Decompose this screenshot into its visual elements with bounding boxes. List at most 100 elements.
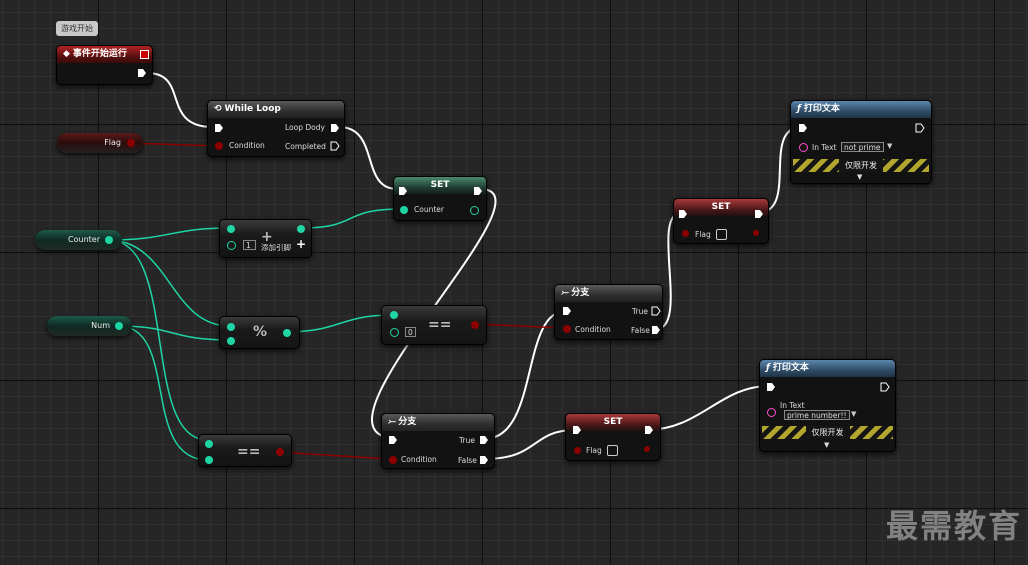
counter-out-pin[interactable] xyxy=(470,206,479,215)
int-wire xyxy=(300,208,403,229)
add-out-pin[interactable] xyxy=(297,225,305,233)
branch2-true-pin[interactable] xyxy=(479,435,489,445)
counter-variable-getter[interactable]: Counter xyxy=(35,230,122,250)
eqnum-in-a-pin[interactable] xyxy=(205,440,213,448)
options-caret-icon[interactable]: ▼ xyxy=(887,142,892,150)
flag-checkbox[interactable] xyxy=(716,229,727,240)
int-wire xyxy=(285,314,393,333)
dev-only-label: 仅限开发 xyxy=(839,159,883,172)
exec-in-pin[interactable] xyxy=(766,382,776,392)
while-loop-header: ⟲ While Loop xyxy=(208,101,344,118)
add-pin-plus-icon[interactable]: + xyxy=(296,237,306,251)
branch1-false-pin[interactable] xyxy=(651,325,661,335)
branch2-false-label: False xyxy=(458,456,477,465)
mod-out-pin[interactable] xyxy=(283,329,291,337)
function-icon: ƒ xyxy=(797,104,801,114)
blueprint-graph[interactable]: 游戏开始 ◆ 事件开始运行 Flag ⟲ While Loop Loop Dody … xyxy=(0,0,1028,565)
exec-out-pin[interactable] xyxy=(915,123,925,133)
print-bottom-header: ƒ 打印文本 xyxy=(760,360,895,377)
equal-num-node[interactable]: == xyxy=(198,434,292,467)
branch-node-2[interactable]: ⤚ 分支 True Condition False xyxy=(381,413,495,469)
exec-in-pin[interactable] xyxy=(678,209,688,219)
eqnum-out-pin[interactable] xyxy=(276,448,284,456)
flag-in-pin[interactable] xyxy=(574,447,581,454)
exec-out-pin[interactable] xyxy=(473,186,483,196)
eq-zero-out-pin[interactable] xyxy=(471,321,479,329)
branch1-true-pin[interactable] xyxy=(651,306,661,316)
eq-in-b-pin[interactable] xyxy=(390,328,399,337)
in-text-input[interactable]: not prime xyxy=(841,142,884,152)
flag-out-pin[interactable] xyxy=(127,139,135,147)
equal-zero-node[interactable]: 0 == xyxy=(381,305,487,345)
while-loop-node[interactable]: ⟲ While Loop Loop Dody Condition Complete… xyxy=(207,100,345,157)
eq-value-input[interactable]: 0 xyxy=(405,327,416,337)
num-variable-getter[interactable]: Num xyxy=(47,316,132,336)
loop-body-pin[interactable] xyxy=(330,123,340,133)
set-flag-node-top[interactable]: SET Flag xyxy=(673,198,769,244)
exec-in-pin[interactable] xyxy=(214,123,224,133)
watermark-logo: 最需教育 xyxy=(885,507,1022,545)
print-string-node-bottom[interactable]: ƒ 打印文本 In Text prime number!! ▼ 仅限开发 ▼ xyxy=(759,359,896,452)
exec-in-pin[interactable] xyxy=(562,306,572,316)
completed-pin[interactable] xyxy=(330,141,340,151)
mod-in-b-pin[interactable] xyxy=(227,337,235,345)
eq-zero-symbol: == xyxy=(428,317,452,333)
branch1-true-label: True xyxy=(632,307,648,316)
exec-in-pin[interactable] xyxy=(398,186,408,196)
set-flag-bottom-pin-label: Flag xyxy=(586,446,602,455)
modulo-node[interactable]: % xyxy=(219,316,300,349)
exec-out-pin[interactable] xyxy=(754,209,764,219)
set-flag-top-pin-label: Flag xyxy=(695,230,711,239)
counter-out-pin[interactable] xyxy=(105,236,113,244)
in-text-pin[interactable] xyxy=(767,408,776,417)
branch2-false-pin[interactable] xyxy=(479,455,489,465)
flag-out-pin[interactable] xyxy=(644,446,650,452)
exec-out-pin[interactable] xyxy=(880,382,890,392)
branch2-title: 分支 xyxy=(398,417,417,427)
flag-variable-getter[interactable]: Flag xyxy=(57,133,143,153)
event-node-title: 事件开始运行 xyxy=(72,49,127,59)
exec-in-pin[interactable] xyxy=(572,425,582,435)
add-node[interactable]: + 1 添加引脚 + xyxy=(219,219,312,258)
dev-only-banner: 仅限开发 xyxy=(762,426,893,439)
branch-node-1[interactable]: ⤚ 分支 True Condition False xyxy=(554,284,663,340)
loop-body-label: Loop Dody xyxy=(285,123,325,132)
exec-out-pin[interactable] xyxy=(137,68,147,78)
exec-in-pin[interactable] xyxy=(388,435,398,445)
delegate-pin-icon[interactable] xyxy=(140,50,149,59)
branch2-condition-pin[interactable] xyxy=(389,456,397,464)
add-pin-label[interactable]: 添加引脚 xyxy=(261,242,291,253)
mod-in-a-pin[interactable] xyxy=(227,323,235,331)
event-begin-play-node[interactable]: ◆ 事件开始运行 xyxy=(56,45,153,85)
int-wire xyxy=(107,239,209,441)
counter-in-pin[interactable] xyxy=(400,206,408,214)
exec-in-pin[interactable] xyxy=(798,123,808,133)
eq-in-a-pin[interactable] xyxy=(390,311,398,319)
in-text-label: In Text xyxy=(780,401,805,410)
branch-icon: ⤚ xyxy=(561,288,569,298)
branch1-condition-pin[interactable] xyxy=(563,325,571,333)
set-counter-title: SET xyxy=(430,180,450,190)
condition-pin[interactable] xyxy=(215,142,223,150)
set-counter-node[interactable]: SET Counter xyxy=(393,176,487,221)
add-in-b-pin[interactable] xyxy=(227,241,236,250)
flag-checkbox[interactable] xyxy=(607,445,618,456)
add-value-input[interactable]: 1 xyxy=(243,240,256,250)
add-in-a-pin[interactable] xyxy=(227,225,235,233)
flag-out-pin[interactable] xyxy=(753,230,759,236)
expand-arrow-icon[interactable]: ▼ xyxy=(824,441,829,449)
dev-only-label: 仅限开发 xyxy=(805,426,850,439)
print-string-node-top[interactable]: ƒ 打印文本 In Text not prime ▼ 仅限开发 ▼ xyxy=(790,100,932,184)
in-text-input[interactable]: prime number!! xyxy=(784,410,850,420)
comment-bubble[interactable]: 游戏开始 xyxy=(56,21,98,36)
set-flag-node-bottom[interactable]: SET Flag xyxy=(565,413,661,461)
event-diamond-icon: ◆ xyxy=(63,49,70,59)
options-caret-icon[interactable]: ▼ xyxy=(851,410,856,418)
in-text-pin[interactable] xyxy=(799,143,808,152)
exec-out-pin[interactable] xyxy=(644,425,654,435)
flag-in-pin[interactable] xyxy=(682,230,689,237)
num-out-pin[interactable] xyxy=(115,322,123,330)
flag-var-label: Flag xyxy=(104,138,121,147)
expand-arrow-icon[interactable]: ▼ xyxy=(857,173,862,181)
eqnum-in-b-pin[interactable] xyxy=(205,456,213,464)
